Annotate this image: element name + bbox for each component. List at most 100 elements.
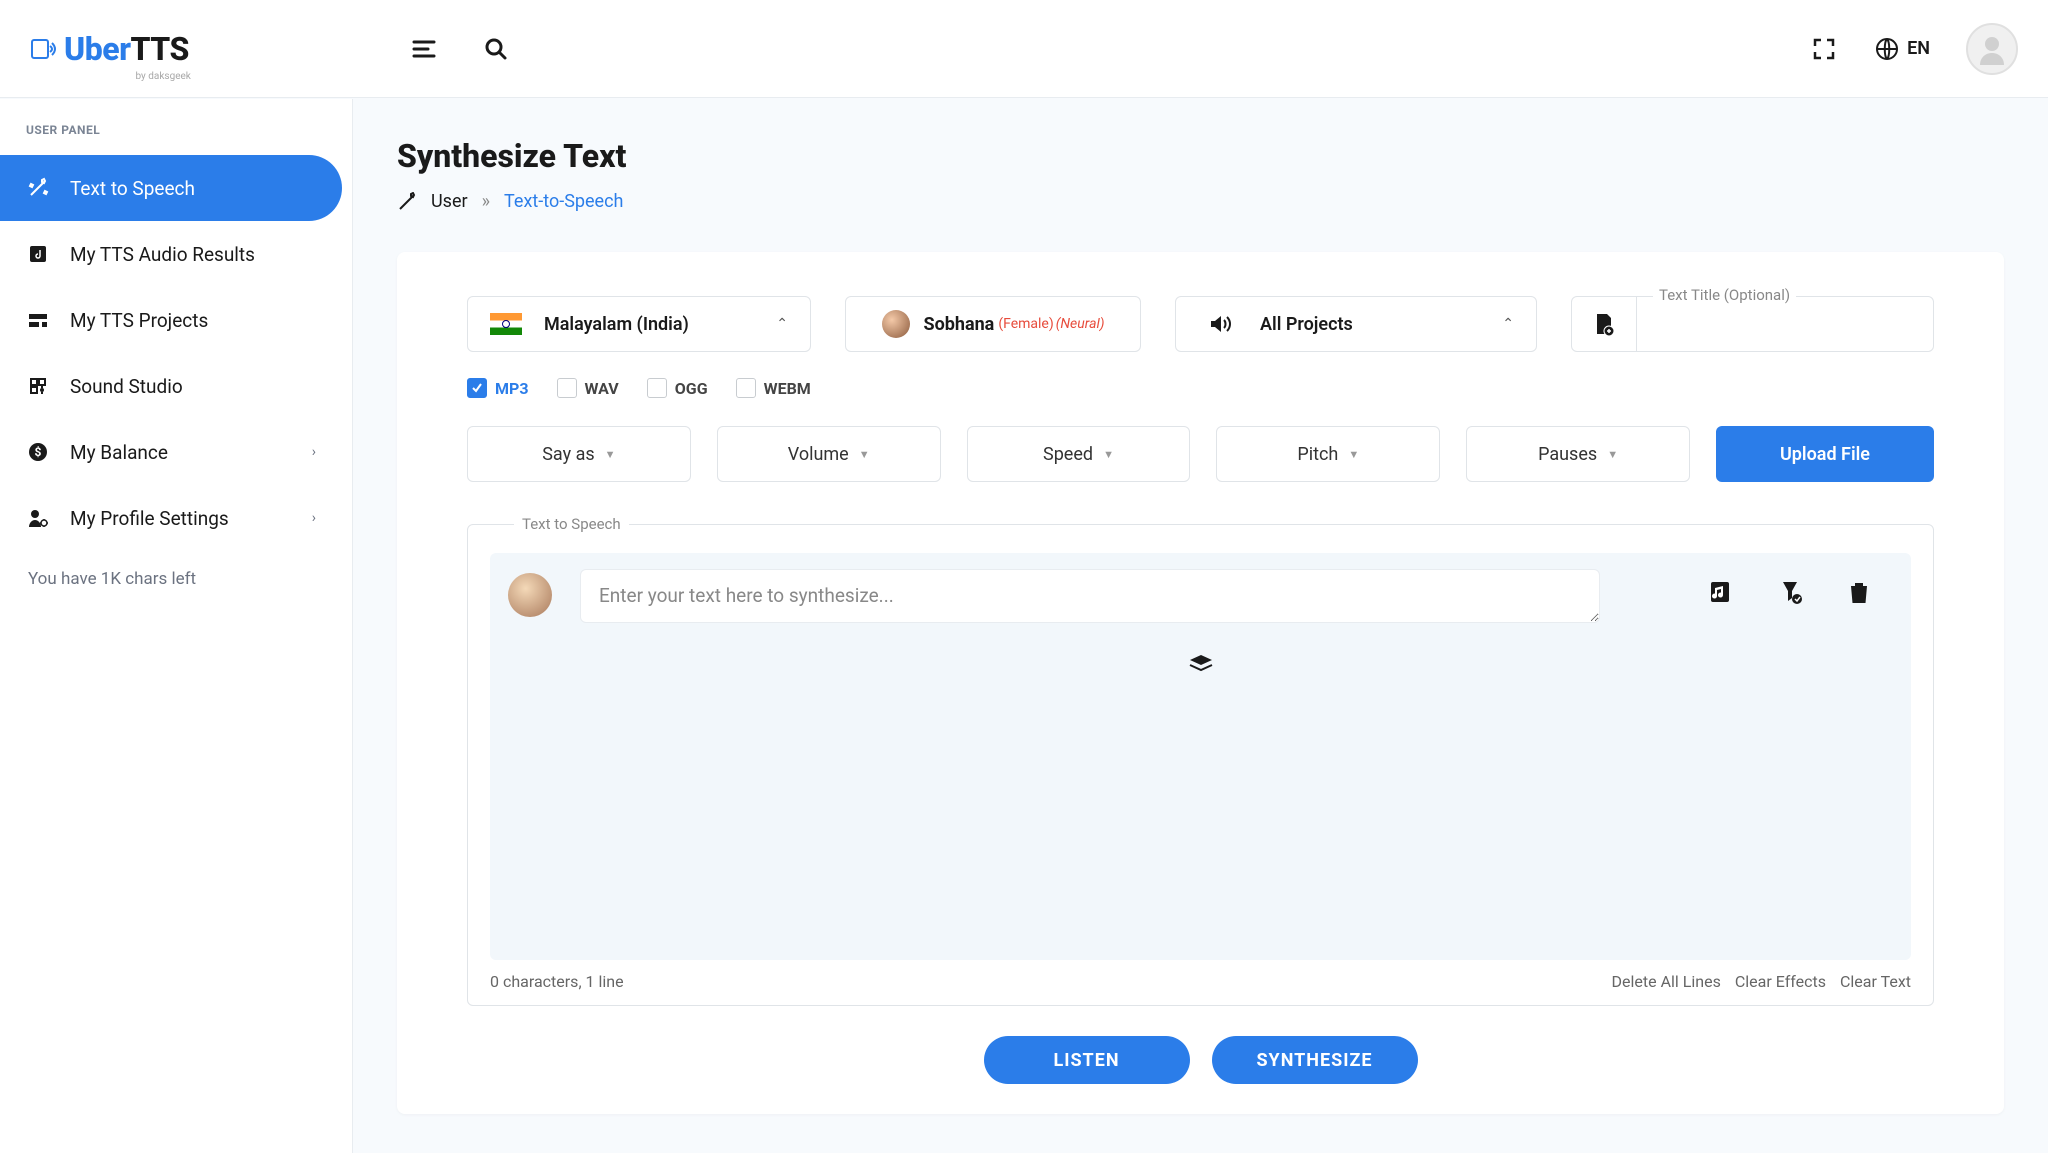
format-label: OGG xyxy=(675,379,708,398)
caret-down-icon: ▼ xyxy=(605,448,616,461)
checkbox-icon xyxy=(467,378,487,398)
projects-icon xyxy=(26,308,50,332)
delete-all-lines-link[interactable]: Delete All Lines xyxy=(1612,972,1721,991)
editor-footer: 0 characters, 1 line Delete All Lines Cl… xyxy=(490,960,1911,991)
speed-dropdown[interactable]: Speed▼ xyxy=(967,426,1191,482)
checkbox-icon xyxy=(647,378,667,398)
sidebar-item-projects[interactable]: My TTS Projects xyxy=(0,287,342,353)
header-tools xyxy=(409,34,511,64)
controls-row: Say as▼ Volume▼ Speed▼ Pitch▼ Pauses▼ Up… xyxy=(467,426,1934,482)
sidebar-item-sound-studio[interactable]: Sound Studio xyxy=(0,353,342,419)
sidebar-item-balance[interactable]: $ My Balance › xyxy=(0,419,342,485)
language-value: Malayalam (India) xyxy=(544,314,776,335)
chars-remaining: You have 1K chars left xyxy=(0,551,352,607)
project-value: All Projects xyxy=(1260,314,1502,335)
title-input[interactable] xyxy=(1636,297,1933,351)
caret-down-icon: ▼ xyxy=(1103,448,1114,461)
editor-body xyxy=(490,553,1911,960)
trash-icon[interactable] xyxy=(1847,579,1873,605)
clear-text-link[interactable]: Clear Text xyxy=(1840,972,1911,991)
action-buttons: LISTEN SYNTHESIZE xyxy=(467,1036,1934,1084)
caret-down-icon: ▼ xyxy=(859,448,870,461)
volume-dropdown[interactable]: Volume▼ xyxy=(717,426,941,482)
checkbox-icon xyxy=(557,378,577,398)
wand-icon xyxy=(397,192,417,212)
synthesis-text-input[interactable] xyxy=(580,569,1600,623)
globe-icon xyxy=(1875,37,1899,61)
layers-icon xyxy=(1188,653,1214,673)
sidebar-heading: USER PANEL xyxy=(0,123,352,155)
editor-line xyxy=(508,569,1893,623)
sidebar-item-text-to-speech[interactable]: Text to Speech xyxy=(0,155,342,221)
title-field-wrap: Text Title (Optional) xyxy=(1571,296,1934,352)
user-avatar[interactable] xyxy=(1966,23,2018,75)
synthesize-card: Malayalam (India) ⌃ Sobhana (Female) (Ne… xyxy=(397,252,2004,1114)
format-wav[interactable]: WAV xyxy=(557,378,619,398)
checkbox-icon xyxy=(736,378,756,398)
selector-row: Malayalam (India) ⌃ Sobhana (Female) (Ne… xyxy=(467,296,1934,352)
file-add-icon xyxy=(1572,311,1636,337)
voice-gender: (Female) xyxy=(998,316,1053,332)
pitch-dropdown[interactable]: Pitch▼ xyxy=(1216,426,1440,482)
sidebar-item-label: Sound Studio xyxy=(70,375,183,398)
sidebar-item-label: My TTS Projects xyxy=(70,309,208,332)
format-ogg[interactable]: OGG xyxy=(647,378,708,398)
logo-subtitle: by daksgeek xyxy=(136,71,191,82)
logo-text: UberTTS xyxy=(64,30,189,68)
sidebar-item-label: Text to Speech xyxy=(70,177,195,200)
title-label: Text Title (Optional) xyxy=(1653,286,1796,304)
say-as-dropdown[interactable]: Say as▼ xyxy=(467,426,691,482)
language-selector[interactable]: EN xyxy=(1875,37,1930,61)
pauses-dropdown[interactable]: Pauses▼ xyxy=(1466,426,1690,482)
sidebar-item-label: My Balance xyxy=(70,441,168,464)
line-tools xyxy=(1707,569,1893,605)
format-webm[interactable]: WEBM xyxy=(736,378,811,398)
sidebar-item-profile[interactable]: My Profile Settings › xyxy=(0,485,342,551)
format-label: MP3 xyxy=(495,379,529,398)
char-counter: 0 characters, 1 line xyxy=(490,972,624,991)
sidebar-item-label: My TTS Audio Results xyxy=(70,243,255,266)
main-content: Synthesize Text User » Text-to-Speech Ma… xyxy=(353,99,2048,1153)
editor: Text to Speech 0 characters, 1 line xyxy=(467,524,1934,1006)
breadcrumb-sep-icon: » xyxy=(482,191,490,212)
upload-file-button[interactable]: Upload File xyxy=(1716,426,1934,482)
title-box xyxy=(1571,296,1934,352)
menu-toggle-button[interactable] xyxy=(409,34,439,64)
header-right: EN xyxy=(1809,23,2018,75)
add-line-button[interactable] xyxy=(1188,653,1214,673)
dollar-icon: $ xyxy=(26,440,50,464)
language-select[interactable]: Malayalam (India) ⌃ xyxy=(467,296,811,352)
search-button[interactable] xyxy=(481,34,511,64)
user-settings-icon xyxy=(26,506,50,530)
effects-icon[interactable] xyxy=(1777,579,1803,605)
language-label: EN xyxy=(1907,38,1930,59)
breadcrumb-current: Text-to-Speech xyxy=(504,191,623,212)
clear-effects-link[interactable]: Clear Effects xyxy=(1735,972,1826,991)
chevron-right-icon: › xyxy=(312,444,316,460)
fullscreen-button[interactable] xyxy=(1809,34,1839,64)
music-note-icon[interactable] xyxy=(1707,579,1733,605)
speaker-icon xyxy=(1198,302,1242,346)
wand-icon xyxy=(26,176,50,200)
voice-select[interactable]: Sobhana (Female) (Neural) xyxy=(845,296,1141,352)
svg-text:$: $ xyxy=(35,445,42,459)
logo-icon xyxy=(30,34,60,64)
caret-down-icon: ▼ xyxy=(1348,448,1359,461)
footer-links: Delete All Lines Clear Effects Clear Tex… xyxy=(1612,972,1911,991)
synthesize-button[interactable]: SYNTHESIZE xyxy=(1212,1036,1418,1084)
editor-label: Text to Speech xyxy=(514,515,629,533)
chevron-up-icon: ⌃ xyxy=(1502,316,1514,332)
format-row: MP3 WAV OGG WEBM xyxy=(467,378,1934,398)
format-mp3[interactable]: MP3 xyxy=(467,378,529,398)
format-label: WAV xyxy=(585,379,619,398)
project-select[interactable]: All Projects ⌃ xyxy=(1175,296,1537,352)
listen-button[interactable]: LISTEN xyxy=(984,1036,1190,1084)
breadcrumb-user[interactable]: User xyxy=(431,191,468,212)
chevron-up-icon: ⌃ xyxy=(776,316,788,332)
user-icon xyxy=(1974,31,2010,67)
line-voice-avatar[interactable] xyxy=(508,573,552,617)
sidebar: USER PANEL Text to Speech My TTS Audio R… xyxy=(0,99,353,1153)
app-logo[interactable]: UberTTS by daksgeek xyxy=(30,30,189,68)
sidebar-item-audio-results[interactable]: My TTS Audio Results xyxy=(0,221,342,287)
breadcrumb: User » Text-to-Speech xyxy=(397,191,2004,212)
